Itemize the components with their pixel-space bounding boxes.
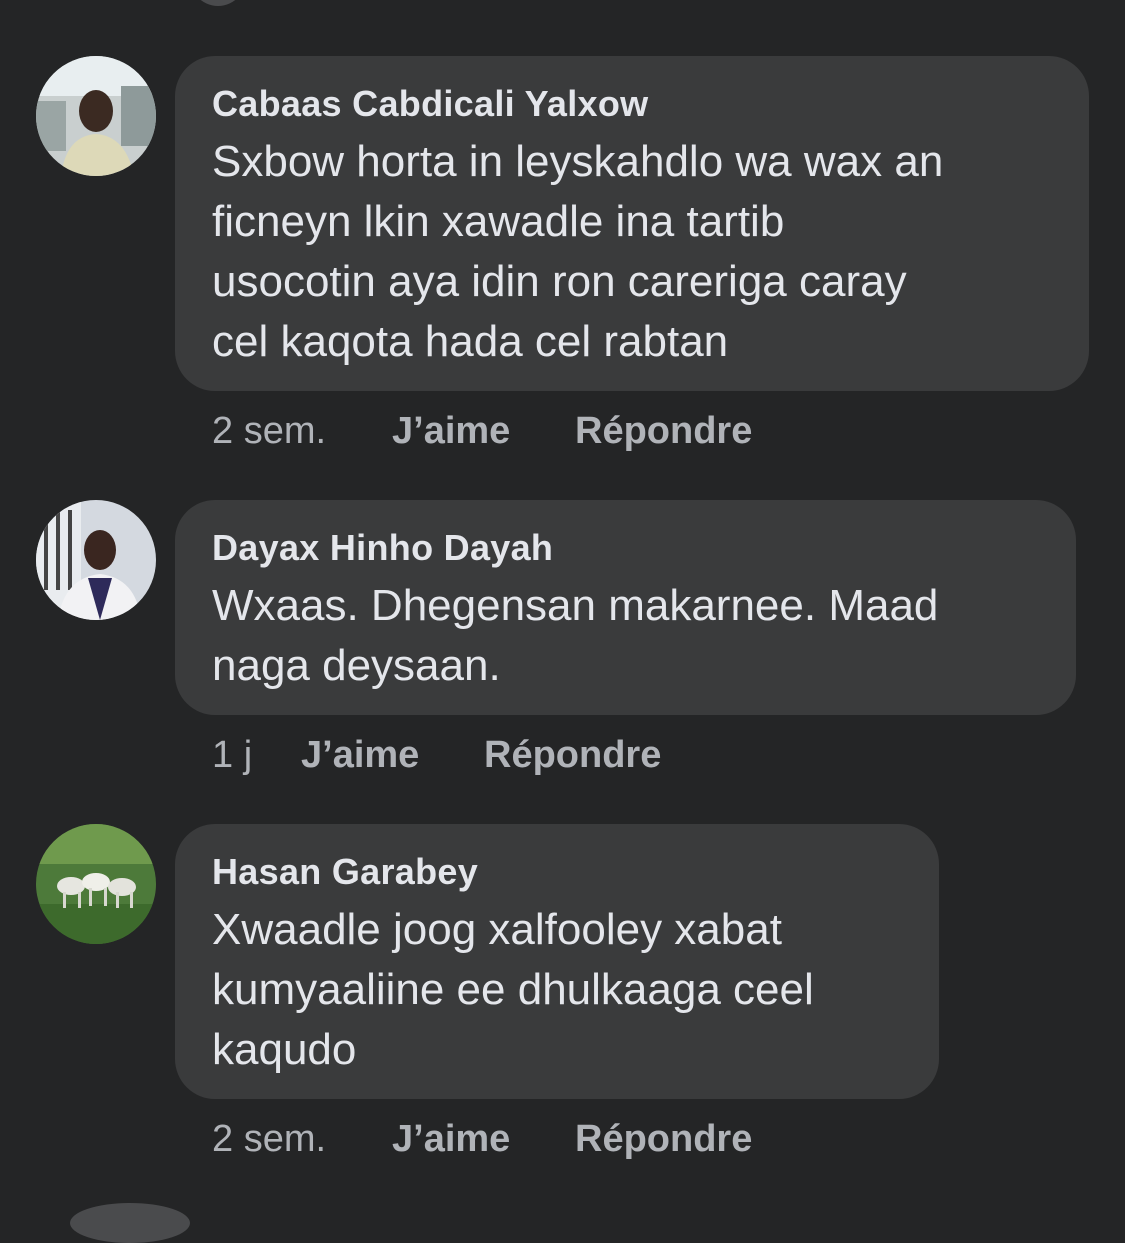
comment-author[interactable]: Cabaas Cabdicali Yalxow — [212, 80, 1053, 128]
comment-author[interactable]: Hasan Garabey — [212, 848, 903, 896]
comment-text-line: usocotin aya idin ron careriga caray — [212, 257, 907, 306]
comment-text-line: Sxbow horta in leyskahdlo wa wax an — [212, 137, 944, 186]
comment-actions: 1 j J’aime Répondre — [212, 731, 661, 779]
comment-bubble: Dayax Hinho Dayah Wxaas. Dhegensan makar… — [175, 500, 1076, 715]
comment-time[interactable]: 2 sem. — [212, 1115, 392, 1163]
comment-text-line: kumyaaliine ee dhulkaaga ceel — [212, 965, 814, 1014]
like-button[interactable]: J’aime — [301, 731, 484, 779]
avatar[interactable] — [36, 500, 156, 620]
comment-text: Sxbow horta in leyskahdlo wa wax an ficn… — [212, 132, 1053, 372]
comment-text-line: ficneyn lkin xawadle ina tartib — [212, 197, 785, 246]
next-comment-avatar — [70, 1203, 190, 1243]
comment-text: Xwaadle joog xalfooley xabat kumyaaliine… — [212, 900, 903, 1080]
comment-bubble: Hasan Garabey Xwaadle joog xalfooley xab… — [175, 824, 939, 1099]
previous-comment-avatar — [188, 0, 248, 6]
reply-button[interactable]: Répondre — [575, 407, 752, 455]
comment-text-line: cel kaqota hada cel rabtan — [212, 317, 729, 366]
comment-text-line: Wxaas. Dhegensan makarnee. Maad — [212, 581, 939, 630]
comment-time[interactable]: 1 j — [212, 731, 301, 779]
comment-text: Wxaas. Dhegensan makarnee. Maad naga dey… — [212, 576, 1040, 696]
reply-button[interactable]: Répondre — [484, 731, 661, 779]
comment-bubble: Cabaas Cabdicali Yalxow Sxbow horta in l… — [175, 56, 1089, 391]
reply-button[interactable]: Répondre — [575, 1115, 752, 1163]
avatar[interactable] — [36, 56, 156, 176]
comment-actions: 2 sem. J’aime Répondre — [212, 1115, 752, 1163]
avatar-photo-icon — [36, 56, 156, 176]
comment-actions: 2 sem. J’aime Répondre — [212, 407, 752, 455]
comment-text-line: Xwaadle joog xalfooley xabat — [212, 905, 782, 954]
comment-author[interactable]: Dayax Hinho Dayah — [212, 524, 1040, 572]
like-button[interactable]: J’aime — [392, 407, 575, 455]
like-button[interactable]: J’aime — [392, 1115, 575, 1163]
comment-time[interactable]: 2 sem. — [212, 407, 392, 455]
avatar-photo-icon — [36, 500, 156, 620]
comment-text-line: naga deysaan. — [212, 641, 501, 690]
avatar-photo-icon — [36, 824, 156, 944]
avatar[interactable] — [36, 824, 156, 944]
comment-text-line: kaqudo — [212, 1025, 357, 1074]
